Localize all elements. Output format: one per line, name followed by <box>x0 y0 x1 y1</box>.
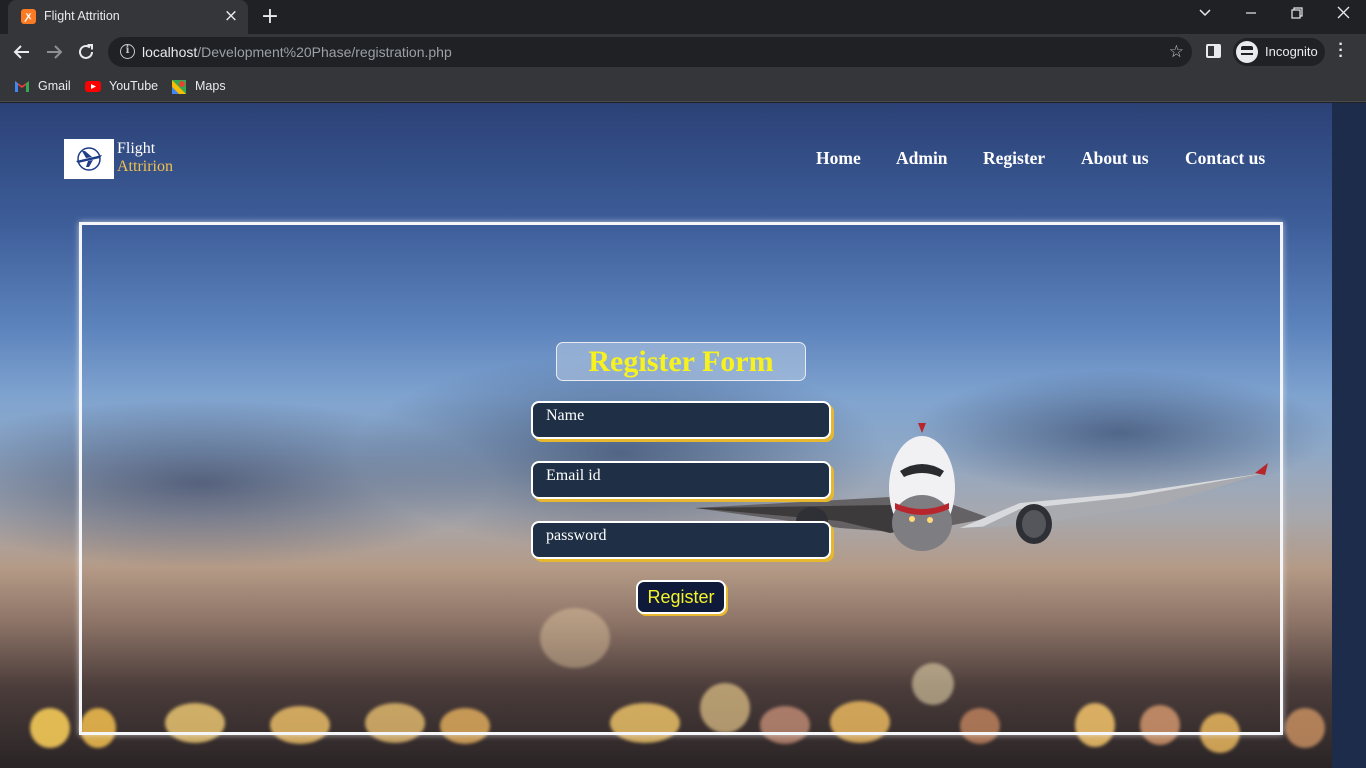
email-field[interactable]: Email id <box>531 461 831 499</box>
register-button[interactable]: Register <box>636 580 726 614</box>
new-tab-icon[interactable]: + <box>258 5 282 29</box>
name-field[interactable]: Name <box>531 401 831 439</box>
address-bar[interactable]: i localhost/Development%20Phase/registra… <box>108 37 1192 67</box>
maps-icon <box>171 79 187 94</box>
bookmark-youtube[interactable]: YouTube <box>85 77 158 95</box>
logo-text-line1: Flight <box>117 140 156 157</box>
form-title: Register Form <box>556 342 806 381</box>
tab-title: Flight Attrition <box>44 9 120 23</box>
bookmark-maps[interactable]: Maps <box>171 77 226 95</box>
browser-toolbar: i localhost/Development%20Phase/registra… <box>0 34 1366 70</box>
nav-register[interactable]: Register <box>983 148 1045 169</box>
forward-arrow-icon[interactable] <box>40 38 68 66</box>
site-info-icon[interactable]: i <box>120 44 135 59</box>
tab-search-chevron-icon[interactable] <box>1182 0 1228 32</box>
close-tab-icon[interactable]: × <box>222 7 240 25</box>
minimize-icon[interactable] <box>1228 0 1274 32</box>
nav-about-us[interactable]: About us <box>1081 148 1149 169</box>
back-arrow-icon[interactable] <box>8 38 36 66</box>
logo-text-line2: Attririon <box>117 158 173 175</box>
nav-contact-us[interactable]: Contact us <box>1185 148 1265 169</box>
restore-icon[interactable] <box>1274 0 1320 32</box>
url-text[interactable]: localhost/Development%20Phase/registrati… <box>142 44 452 60</box>
close-window-icon[interactable] <box>1320 0 1366 32</box>
nav-home[interactable]: Home <box>816 148 861 169</box>
xampp-favicon-icon: ꭗ <box>21 9 36 24</box>
browser-tab[interactable]: ꭗ Flight Attrition × <box>8 0 248 34</box>
page-viewport: Flight Attririon Home Admin Register Abo… <box>0 103 1366 768</box>
side-panel-icon[interactable] <box>1206 44 1221 58</box>
browser-tab-strip: ꭗ Flight Attrition × + <box>0 0 1366 34</box>
reload-icon[interactable] <box>72 38 100 66</box>
gmail-icon <box>14 79 30 93</box>
browser-menu-icon[interactable]: · · · <box>1335 37 1347 65</box>
password-field[interactable]: password <box>531 521 831 559</box>
bokeh-light <box>1285 708 1325 748</box>
bookmarks-bar: Gmail YouTube Maps <box>0 70 1366 102</box>
profile-label: Incognito <box>1265 44 1318 59</box>
plane-logo-icon <box>76 147 102 171</box>
youtube-icon <box>85 79 101 93</box>
nav-admin[interactable]: Admin <box>896 148 948 169</box>
incognito-profile-button[interactable]: Incognito <box>1233 38 1325 66</box>
page-scrollbar[interactable] <box>1332 103 1366 768</box>
site-logo[interactable] <box>64 139 114 179</box>
bookmark-star-icon[interactable]: ☆ <box>1169 42 1184 62</box>
bokeh-light <box>30 708 70 748</box>
bookmark-gmail[interactable]: Gmail <box>14 77 71 95</box>
incognito-icon <box>1236 41 1258 63</box>
